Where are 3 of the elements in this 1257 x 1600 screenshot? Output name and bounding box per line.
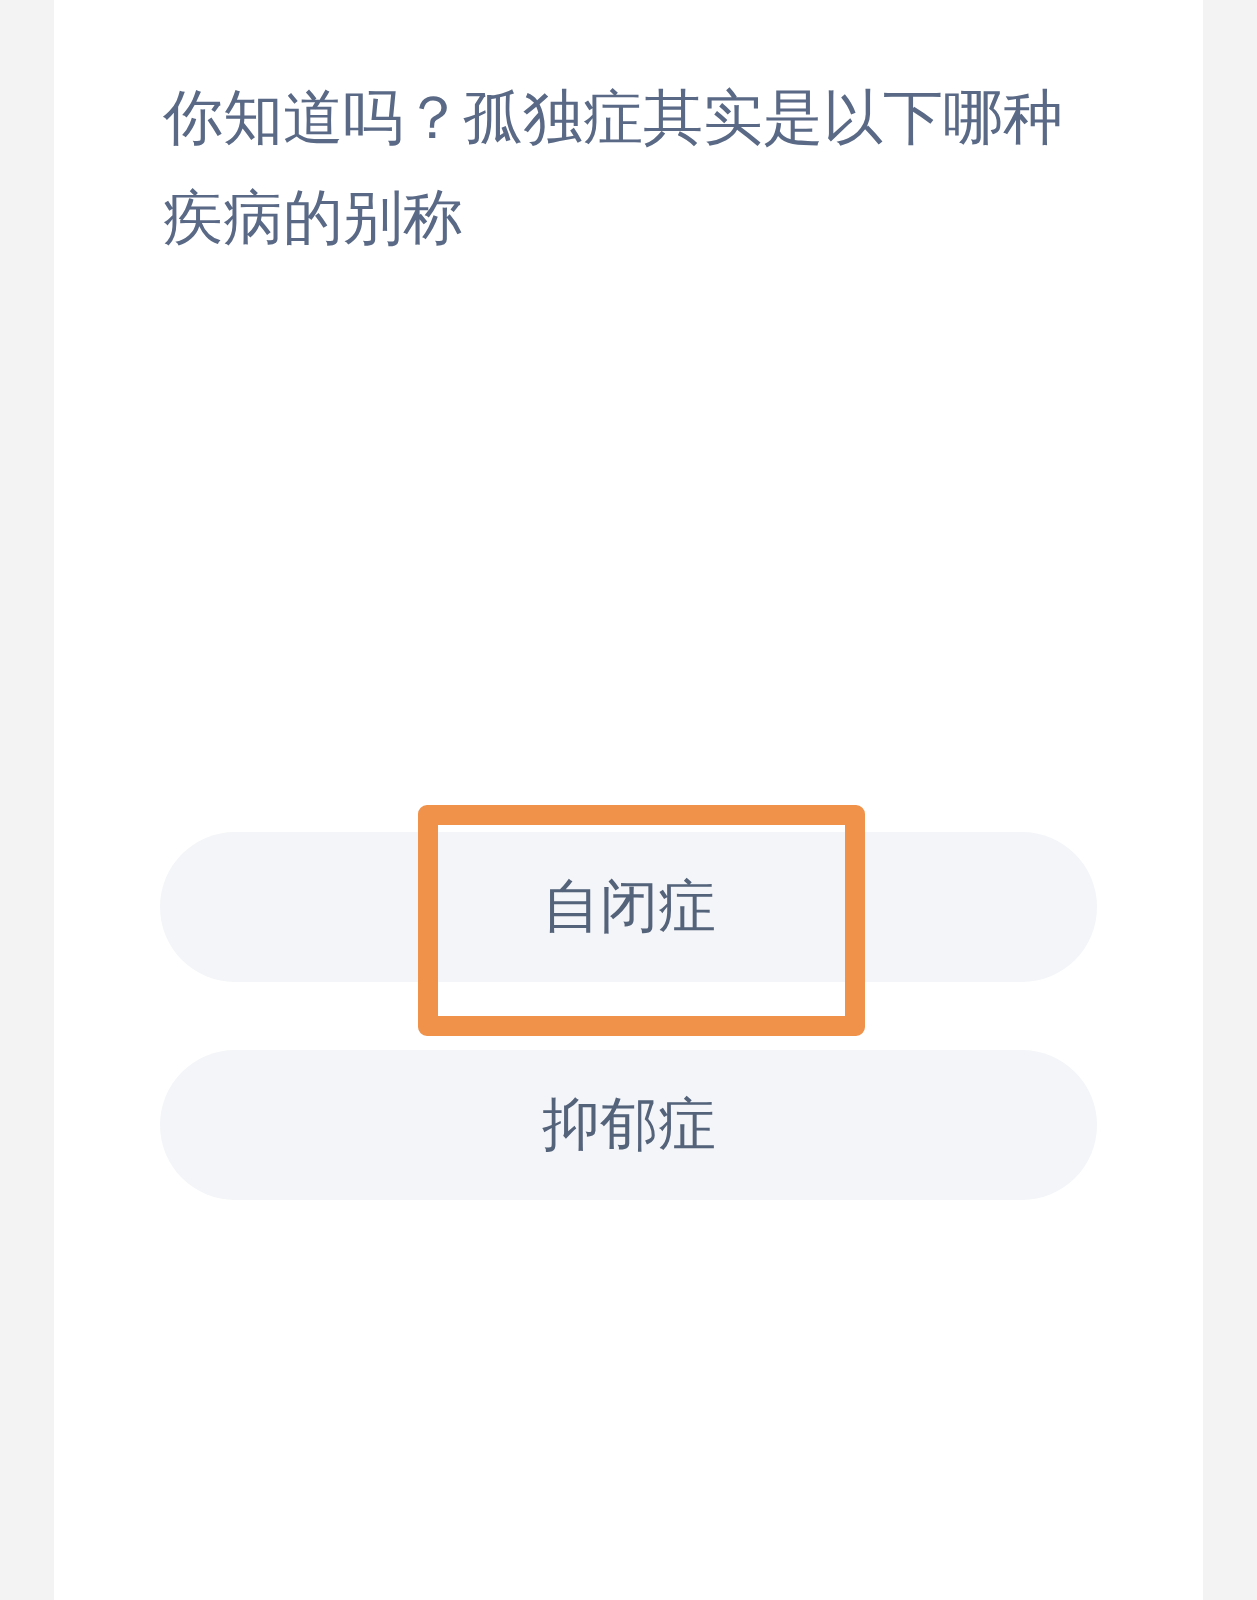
answer-option[interactable]: 自闭症 (160, 832, 1097, 982)
answer-option[interactable]: 抑郁症 (160, 1050, 1097, 1200)
question-text: 你知道吗？孤独症其实是以下哪种疾病的别称 (162, 81, 1064, 254)
